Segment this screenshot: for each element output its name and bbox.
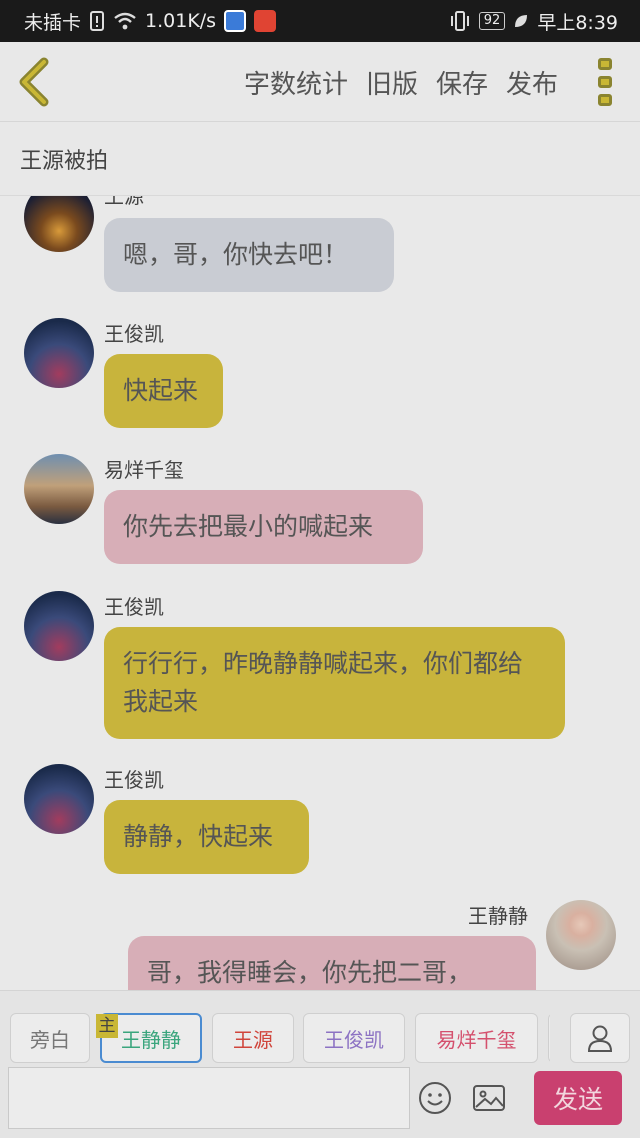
message-bubble[interactable]: 快起来 <box>104 354 223 428</box>
toolbar-actions: 字数统计 旧版 保存 发布 <box>244 42 558 122</box>
save-button[interactable]: 保存 <box>436 64 488 101</box>
image-button[interactable] <box>472 1081 506 1115</box>
emoji-icon <box>419 1082 451 1114</box>
status-bar: 未插卡 1.01K/s 92 早上8:39 <box>0 0 640 42</box>
chat-area[interactable]: 王源 嗯，哥，你快去吧！ 王俊凯 快起来 易烊千玺 你先去把最小的喊起来 王俊凯… <box>0 196 640 990</box>
sender-name: 易烊千玺 <box>104 458 184 482</box>
role-wang-junkai[interactable]: 王俊凯 <box>303 1013 405 1063</box>
sim-icon <box>90 11 105 31</box>
clock: 早上8:39 <box>537 11 618 34</box>
input-panel: 旁白 王静静 王源 王俊凯 易烊千玺 发送 <box>0 990 640 1138</box>
back-button[interactable] <box>14 56 54 108</box>
sender-name: 王源 <box>104 196 144 208</box>
role-wang-yuan[interactable]: 王源 <box>212 1013 294 1063</box>
main-role-tag: 主 <box>96 1014 118 1038</box>
sender-name: 王俊凯 <box>104 322 164 346</box>
wifi-icon <box>114 12 136 30</box>
old-version-button[interactable]: 旧版 <box>366 64 418 101</box>
message-input[interactable] <box>8 1067 410 1129</box>
sender-name: 王俊凯 <box>104 768 164 792</box>
emoji-button[interactable] <box>418 1081 452 1115</box>
sender-name: 王静静 <box>468 904 528 928</box>
avatar[interactable] <box>24 454 94 524</box>
battery-indicator: 92 <box>478 12 506 30</box>
word-count-button[interactable]: 字数统计 <box>244 64 348 101</box>
role-selector: 旁白 王静静 王源 王俊凯 易烊千玺 <box>10 1013 550 1063</box>
vibrate-icon <box>450 11 469 31</box>
sender-name: 王俊凯 <box>104 595 164 619</box>
person-icon <box>587 1025 613 1052</box>
image-icon <box>473 1085 505 1111</box>
avatar[interactable] <box>24 196 94 252</box>
story-title: 王源被拍 <box>20 148 109 174</box>
add-role-button[interactable] <box>570 1013 630 1063</box>
send-button[interactable]: 发送 <box>534 1071 622 1125</box>
role-more[interactable] <box>548 1013 550 1063</box>
avatar[interactable] <box>24 318 94 388</box>
shopping-app-icon <box>254 10 277 32</box>
more-vertical-icon[interactable] <box>598 58 614 106</box>
message-bubble[interactable]: 行行行，昨晚静静喊起来，你们都给我起来 <box>104 627 565 739</box>
network-speed: 1.01K/s <box>145 10 217 32</box>
message-bubble[interactable]: 静静，快起来 <box>104 800 309 874</box>
avatar[interactable] <box>546 900 616 970</box>
message-bubble[interactable]: 你先去把最小的喊起来 <box>104 490 423 564</box>
baidu-app-icon <box>224 10 247 32</box>
story-title-row[interactable]: 王源被拍 <box>0 122 640 196</box>
message-bubble[interactable]: 嗯，哥，你快去吧！ <box>104 218 394 292</box>
carrier-text: 未插卡 <box>24 11 82 34</box>
more-dot <box>598 94 612 106</box>
chevron-left-icon <box>19 57 49 107</box>
message-bubble[interactable]: 哥，我得睡会，你先把二哥， <box>128 936 536 990</box>
avatar[interactable] <box>24 591 94 661</box>
avatar[interactable] <box>24 764 94 834</box>
role-narrator[interactable]: 旁白 <box>10 1013 90 1063</box>
more-dot <box>598 58 612 70</box>
publish-button[interactable]: 发布 <box>506 64 558 101</box>
top-toolbar: 字数统计 旧版 保存 发布 <box>0 42 640 122</box>
more-dot <box>598 76 612 88</box>
leaf-icon <box>515 15 528 27</box>
role-yi-yangqianxi[interactable]: 易烊千玺 <box>415 1013 538 1063</box>
